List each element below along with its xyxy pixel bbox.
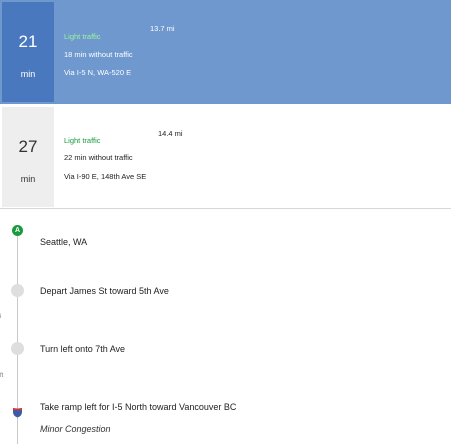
origin-label: Seattle, WA — [40, 237, 88, 247]
direction-step[interactable]: Depart James St toward 5th Ave — [0, 280, 451, 310]
traffic-status: Light traffic — [64, 136, 101, 145]
step-instruction: Take ramp left for I-5 North toward Vanc… — [40, 402, 237, 412]
traffic-status: Light traffic — [64, 32, 101, 41]
route-time: 27 — [18, 137, 38, 156]
circle-icon — [11, 284, 24, 297]
edge-mark: i — [0, 314, 2, 320]
step-instruction: Turn left onto 7th Ave — [40, 344, 126, 354]
route-option-1[interactable]: 21 min Light traffic 18 min without traf… — [0, 0, 451, 104]
time-without-traffic: 18 min without traffic — [64, 50, 133, 59]
route-option-2[interactable]: 27 min Light traffic 22 min without traf… — [0, 105, 451, 209]
origin-step[interactable]: A Seattle, WA — [0, 225, 451, 255]
direction-step[interactable]: Turn left onto 7th Ave — [0, 338, 451, 368]
start-pin-icon: A — [12, 225, 23, 236]
route-time-unit: min — [20, 69, 36, 79]
route-time: 21 — [18, 32, 38, 51]
route-via: Via I-90 E, 148th Ave SE — [64, 172, 147, 181]
time-without-traffic: 22 min without traffic — [64, 153, 133, 162]
route-time-box: 27 min — [2, 107, 54, 207]
interstate-shield-icon — [13, 408, 22, 418]
directions-list: i ft A Seattle, WA Depart James St towar… — [0, 210, 451, 444]
route-distance: 13.7 mi — [150, 24, 175, 33]
circle-icon — [11, 342, 24, 355]
edge-mark: ft — [0, 373, 4, 379]
route-time-box: 21 min — [2, 2, 54, 102]
route-time-unit: min — [20, 174, 36, 184]
step-instruction: Depart James St toward 5th Ave — [40, 286, 169, 296]
route-via: Via I-5 N, WA-520 E — [64, 68, 132, 77]
direction-step[interactable]: Take ramp left for I-5 North toward Vanc… — [0, 396, 451, 434]
route-distance: 14.4 mi — [158, 129, 183, 138]
congestion-note: Minor Congestion — [40, 424, 111, 434]
